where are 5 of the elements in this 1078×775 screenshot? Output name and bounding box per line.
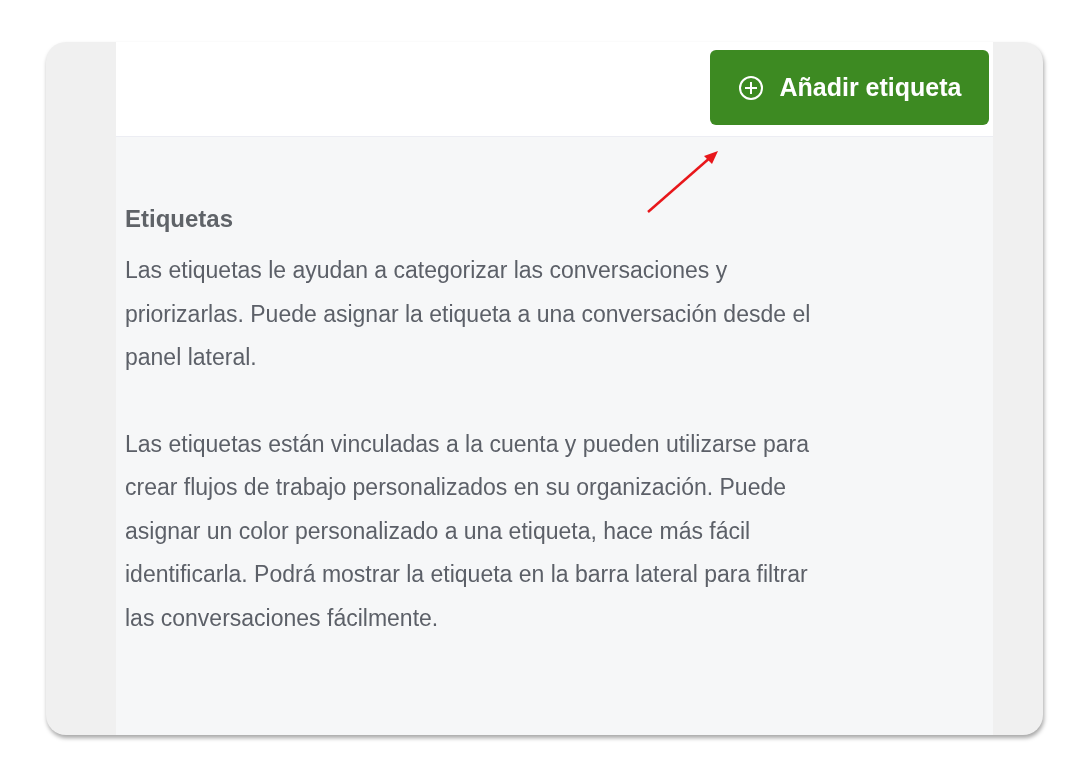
add-label-button[interactable]: Añadir etiqueta — [710, 50, 989, 125]
description-paragraph: Las etiquetas están vinculadas a la cuenta y pueden utilizarse para crear flujos de trabajo personalizados en su organización. Puede asignar un color personalizado a una etiqueta, hace más fácil identificarla. Podrá mostrar la etiqueta en la barra lateral para filtrar las conversaciones fácilmente. — [125, 429, 811, 633]
plus-circle-icon — [737, 74, 764, 101]
description-paragraph: Las etiquetas le ayudan a categorizar las conversaciones y priorizarlas. Puede asignar la etiqueta a una conversación desde el panel lateral. — [125, 256, 812, 372]
section-title: Etiquetas — [125, 205, 235, 233]
